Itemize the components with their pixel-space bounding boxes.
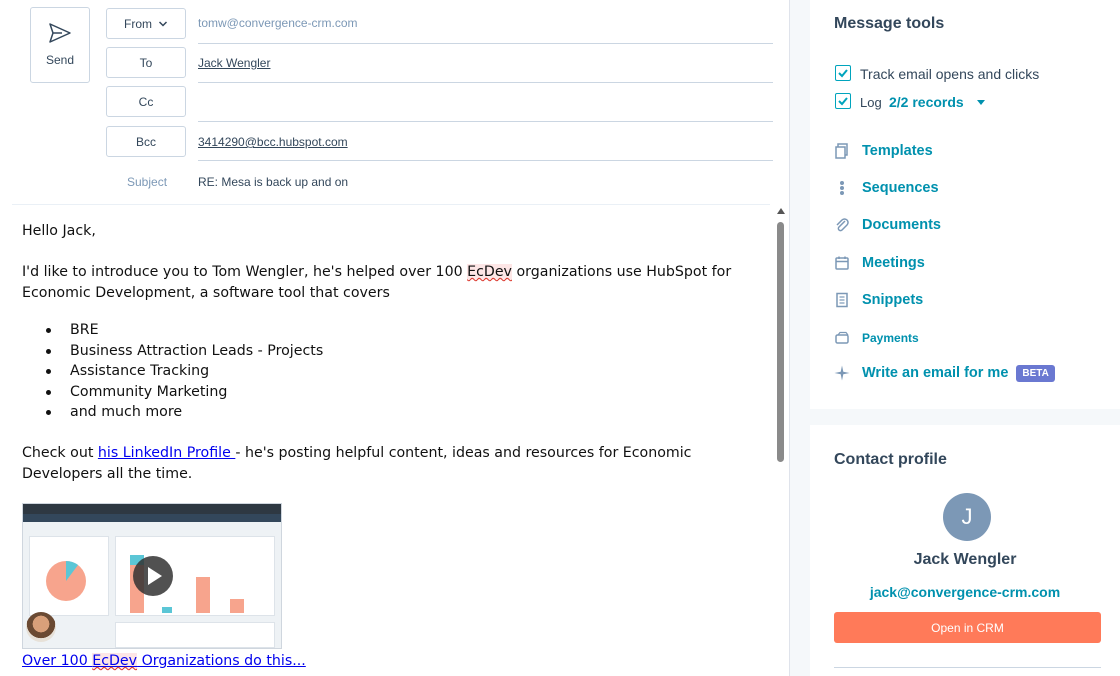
list-item: BRE (46, 320, 323, 341)
tool-meetings[interactable]: Meetings (834, 253, 925, 273)
tool-label: Write an email for me (862, 365, 1009, 381)
message-tools-card: Message tools Track email opens and clic… (810, 0, 1120, 409)
to-underline (198, 82, 773, 83)
snippets-icon (834, 292, 850, 308)
cc-label: Cc (138, 94, 154, 109)
to-label: To (139, 55, 153, 70)
calendar-icon (834, 255, 850, 271)
send-button[interactable]: Send (30, 7, 90, 83)
email-body-editor[interactable]: Hello Jack, I'd like to introduce you to… (12, 204, 770, 676)
tool-label: Payments (862, 331, 919, 345)
contact-profile-card: Contact profile J Jack Wengler jack@conv… (810, 425, 1120, 676)
checkout-text-start: Check out (22, 445, 98, 461)
track-email-label: Track email opens and clicks (860, 66, 1040, 82)
feature-list: BRE Business Attraction Leads - Projects… (46, 320, 323, 423)
compose-panel: Send From tomw@convergence-crm.com To Ja… (0, 0, 790, 676)
scrollbar-thumb[interactable] (777, 222, 784, 462)
contact-email-link[interactable]: jack@convergence-crm.com (810, 584, 1120, 600)
list-item: and much more (46, 402, 323, 423)
from-address[interactable]: tomw@convergence-crm.com (198, 16, 358, 30)
contact-profile-title: Contact profile (834, 451, 947, 468)
templates-icon (834, 143, 850, 159)
bcc-underline (198, 160, 773, 161)
sequences-icon (834, 180, 850, 196)
tool-label: Snippets (862, 292, 924, 308)
sparkle-icon (834, 365, 850, 381)
tool-sequences[interactable]: Sequences (834, 178, 939, 198)
body-scrollbar[interactable] (774, 204, 788, 676)
open-in-crm-button[interactable]: Open in CRM (834, 612, 1101, 643)
thumbnail-browser-bar (23, 504, 281, 514)
tool-label: Sequences (862, 180, 939, 196)
list-item: Assistance Tracking (46, 361, 323, 382)
intro-text-start: I'd like to introduce you to Tom Wengler… (22, 264, 468, 280)
video-link[interactable]: Over 100 EcDev Organizations do this... (22, 653, 306, 669)
list-item: Business Attraction Leads - Projects (46, 341, 323, 362)
video-link-misspelled: EcDev (92, 653, 138, 669)
caret-down-icon[interactable] (977, 100, 985, 105)
list-item: Community Marketing (46, 382, 323, 403)
message-tools-title: Message tools (834, 15, 945, 32)
pie-chart-icon (46, 561, 86, 601)
log-label: Log (860, 95, 882, 110)
bcc-address[interactable]: 3414290@bcc.hubspot.com (198, 135, 348, 149)
compose-header: Send From tomw@convergence-crm.com To Ja… (0, 0, 790, 202)
tool-snippets[interactable]: Snippets (834, 290, 923, 310)
send-label: Send (45, 53, 75, 67)
tool-label: Documents (862, 217, 941, 233)
cc-underline (198, 121, 773, 122)
thumbnail-nav-bar (23, 514, 281, 522)
bcc-button[interactable]: Bcc (106, 126, 186, 157)
to-recipient[interactable]: Jack Wengler (198, 56, 270, 70)
scroll-up-arrow-icon[interactable] (777, 208, 785, 214)
email-greeting: Hello Jack, (22, 223, 96, 239)
checkmark-icon (838, 97, 848, 106)
log-checkbox[interactable] (835, 93, 851, 109)
tool-label: Meetings (862, 255, 925, 271)
presenter-avatar (26, 612, 56, 642)
subject-label: Subject (127, 175, 168, 189)
from-button[interactable]: From (106, 8, 186, 39)
video-link-start: Over 100 (22, 653, 93, 669)
video-link-end: Organizations do this... (137, 653, 306, 669)
divider (834, 667, 1101, 668)
contact-name: Jack Wengler (913, 551, 1017, 568)
from-underline (198, 43, 773, 44)
tool-payments[interactable]: Payments (834, 328, 919, 348)
send-icon (49, 23, 71, 43)
avatar: J (943, 493, 991, 541)
tool-documents[interactable]: Documents (834, 215, 941, 235)
tool-templates[interactable]: Templates (834, 141, 933, 161)
payments-icon (834, 330, 850, 346)
tool-label: Templates (862, 143, 933, 159)
from-label: From (124, 16, 152, 31)
video-thumbnail[interactable] (22, 503, 282, 649)
thumbnail-pie-panel (29, 536, 109, 616)
tool-write-email-ai[interactable]: Write an email for me BETA (834, 363, 1055, 383)
to-button[interactable]: To (106, 47, 186, 78)
misspelled-word[interactable]: EcDev (467, 264, 512, 280)
thumbnail-bottom-panel (115, 622, 275, 648)
checkmark-icon (838, 69, 848, 78)
log-records-dropdown[interactable]: 2/2 records (889, 94, 964, 110)
email-compose-screen: Send From tomw@convergence-crm.com To Ja… (0, 0, 1120, 676)
cc-button[interactable]: Cc (106, 86, 186, 117)
track-email-checkbox[interactable] (835, 65, 851, 81)
email-intro-paragraph: I'd like to introduce you to Tom Wengler… (22, 262, 767, 304)
email-checkout-paragraph: Check out his LinkedIn Profile - he's po… (22, 443, 767, 485)
play-icon[interactable] (133, 556, 173, 596)
beta-badge: BETA (1016, 364, 1055, 382)
paperclip-icon (834, 217, 850, 233)
bcc-label: Bcc (135, 134, 156, 149)
video-link-paragraph: Over 100 EcDev Organizations do this... (22, 651, 767, 672)
subject-input[interactable]: RE: Mesa is back up and on (198, 175, 348, 189)
linkedin-profile-link[interactable]: his LinkedIn Profile (98, 445, 235, 461)
chevron-down-icon (158, 20, 168, 27)
